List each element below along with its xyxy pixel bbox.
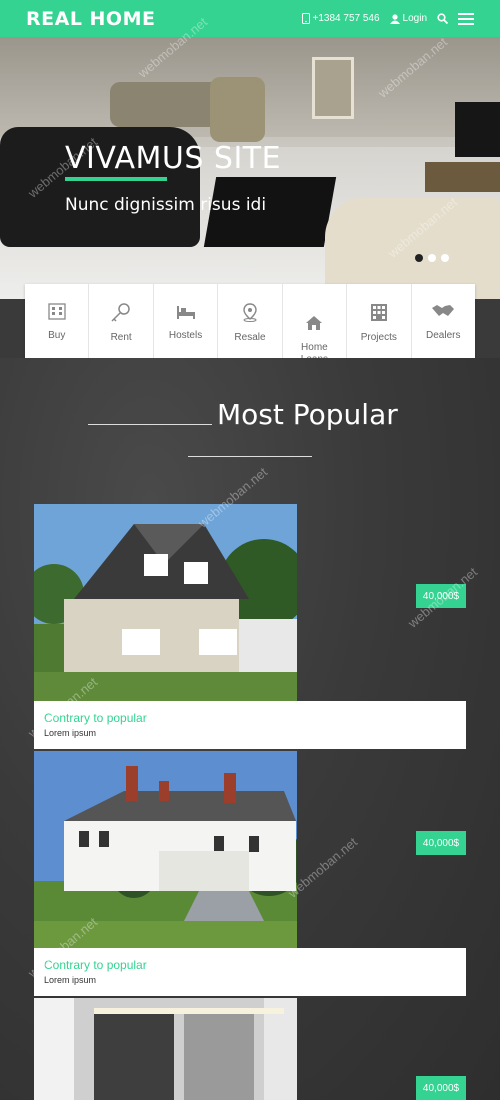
listing-subtitle: Lorem ipsum xyxy=(44,728,97,738)
hero-image-painting xyxy=(312,57,354,119)
category-home-loans[interactable]: Home Loans xyxy=(283,284,348,365)
category-dealers[interactable]: Dealers xyxy=(412,284,475,358)
category-projects[interactable]: Projects xyxy=(347,284,412,358)
city-icon xyxy=(369,302,389,332)
phone-link[interactable]: +1384 757 546 xyxy=(301,13,380,24)
top-bar: REAL HOME +1384 757 546 Login xyxy=(0,0,500,37)
listing-photo[interactable] xyxy=(34,751,297,948)
slider-dot-1[interactable] xyxy=(415,254,423,262)
hero-image-chair xyxy=(210,77,265,142)
search-icon[interactable] xyxy=(437,13,448,24)
hero-title: VIVAMUS SITE xyxy=(65,141,282,176)
login-label: Login xyxy=(402,13,427,24)
hero-underline xyxy=(65,177,167,181)
category-bar: Buy Rent Hostels Resale Home Loans Proje… xyxy=(25,284,475,365)
hero-image-sofa-back xyxy=(110,82,220,127)
category-label: Rent xyxy=(110,332,132,343)
handshake-icon xyxy=(431,302,455,330)
listing-title[interactable]: Contrary to popular xyxy=(44,958,456,972)
hero-subtitle: Nunc dignissim risus idi xyxy=(65,195,267,215)
bed-icon xyxy=(175,302,197,330)
hero-slider[interactable]: VIVAMUS SITE Nunc dignissim risus idi xyxy=(0,37,500,299)
category-buy[interactable]: Buy xyxy=(25,284,90,358)
category-label: Resale xyxy=(234,332,266,343)
listing-caption[interactable]: Contrary to popular Lorem ipsum xyxy=(34,701,466,749)
key-icon xyxy=(110,302,132,332)
category-hostels[interactable]: Hostels xyxy=(154,284,219,358)
listing-title[interactable]: Contrary to popular xyxy=(44,711,456,725)
house-icon xyxy=(304,302,324,342)
category-label: Dealers xyxy=(426,330,461,341)
building-icon xyxy=(47,302,67,330)
map-pin-icon xyxy=(240,302,260,332)
listing-price: 40,000$ xyxy=(416,584,466,608)
slider-dot-2[interactable] xyxy=(428,254,436,262)
login-link[interactable]: Login xyxy=(389,13,427,24)
category-resale[interactable]: Resale xyxy=(218,284,283,358)
listing-price: 40,000$ xyxy=(416,831,466,855)
listing-price: 40,000$ xyxy=(416,1076,466,1100)
section-divider-bottom xyxy=(188,456,312,457)
menu-icon[interactable] xyxy=(458,12,474,25)
slider-dots xyxy=(415,254,449,262)
phone-icon xyxy=(301,13,310,24)
section-title: Most Popular xyxy=(217,398,398,431)
user-icon xyxy=(389,13,400,24)
category-label: Hostels xyxy=(168,330,203,341)
hero-image-tv xyxy=(455,102,500,157)
category-label: Buy xyxy=(48,330,66,341)
site-logo[interactable]: REAL HOME xyxy=(26,8,155,30)
slider-dot-3[interactable] xyxy=(441,254,449,262)
listing-subtitle: Lorem ipsum xyxy=(44,975,97,985)
section-divider-left xyxy=(88,424,212,425)
phone-number: +1384 757 546 xyxy=(312,13,380,24)
listing-caption[interactable]: Contrary to popular Lorem ipsum xyxy=(34,948,466,996)
category-label: Projects xyxy=(360,332,397,343)
listing-photo[interactable] xyxy=(34,998,297,1100)
hero-image-stand xyxy=(425,162,500,192)
listing-photo[interactable] xyxy=(34,504,297,701)
category-rent[interactable]: Rent xyxy=(89,284,154,358)
